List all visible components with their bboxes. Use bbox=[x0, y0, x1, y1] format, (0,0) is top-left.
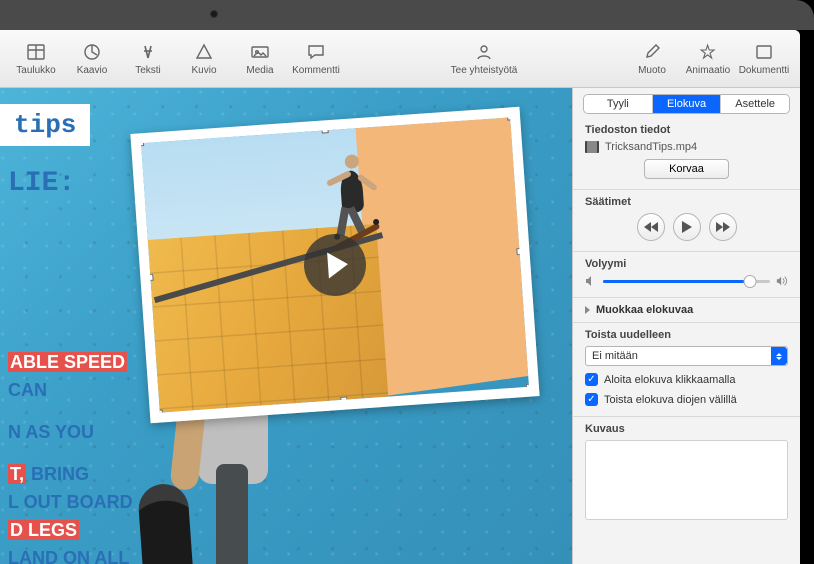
shape-icon bbox=[194, 42, 214, 62]
toolbar-label: Animaatio bbox=[686, 65, 730, 76]
checkbox-play-across-slides[interactable]: ✓ Toista elokuva diojen välillä bbox=[585, 393, 788, 406]
brush-icon bbox=[642, 42, 662, 62]
volume-title: Volyymi bbox=[585, 258, 788, 270]
repeat-value: Ei mitään bbox=[592, 350, 638, 362]
tab-movie[interactable]: Elokuva bbox=[652, 95, 721, 113]
edit-movie-label: Muokkaa elokuvaa bbox=[596, 304, 693, 316]
toolbar-animate[interactable]: Animaatio bbox=[680, 33, 736, 85]
tab-style[interactable]: Tyyli bbox=[584, 95, 652, 113]
text-icon bbox=[138, 42, 158, 62]
resize-handle[interactable] bbox=[516, 248, 523, 255]
toolbar-chart[interactable]: Kaavio bbox=[64, 33, 120, 85]
resize-handle[interactable] bbox=[156, 409, 163, 416]
repeat-select[interactable]: Ei mitään bbox=[585, 346, 788, 366]
inspector-panel: Tyyli Elokuva Asettele Tiedoston tiedot … bbox=[572, 88, 800, 564]
play-button[interactable] bbox=[673, 213, 701, 241]
slide-canvas[interactable]: tips LIE: ABLE SPEED CAN N AS YOU T, BRI… bbox=[0, 88, 572, 564]
section-volume: Volyymi bbox=[573, 252, 800, 298]
edit-movie-disclosure[interactable]: Muokkaa elokuvaa bbox=[573, 298, 800, 323]
toolbar-table[interactable]: Taulukko bbox=[8, 33, 64, 85]
volume-slider[interactable] bbox=[603, 280, 770, 283]
toolbar-label: Teksti bbox=[135, 65, 161, 76]
toolbar-label: Dokumentti bbox=[739, 65, 790, 76]
section-repeat: Toista uudelleen Ei mitään ✓ Aloita elok… bbox=[573, 323, 800, 417]
inspector-tabs: Tyyli Elokuva Asettele bbox=[583, 94, 790, 114]
chart-icon bbox=[82, 42, 102, 62]
checkbox-label: Aloita elokuva klikkaamalla bbox=[604, 374, 735, 386]
media-icon bbox=[250, 42, 270, 62]
controls-title: Säätimet bbox=[585, 196, 788, 208]
resize-handle[interactable] bbox=[507, 113, 514, 120]
tab-arrange[interactable]: Asettele bbox=[720, 95, 789, 113]
resize-handle[interactable] bbox=[321, 126, 328, 133]
toolbar-format[interactable]: Muoto bbox=[624, 33, 680, 85]
checkmark-icon: ✓ bbox=[585, 393, 598, 406]
slide-subtitle: LIE: bbox=[8, 168, 75, 199]
checkbox-start-on-click[interactable]: ✓ Aloita elokuva klikkaamalla bbox=[585, 373, 788, 386]
volume-low-icon bbox=[585, 275, 597, 287]
toolbar-document[interactable]: Dokumentti bbox=[736, 33, 792, 85]
toolbar-label: Kuvio bbox=[191, 65, 216, 76]
table-icon bbox=[26, 42, 46, 62]
rewind-icon bbox=[644, 222, 658, 232]
toolbar-text[interactable]: Teksti bbox=[120, 33, 176, 85]
resize-handle[interactable] bbox=[340, 396, 347, 403]
toolbar-collaborate[interactable]: Tee yhteistyötä bbox=[439, 33, 529, 85]
section-controls: Säätimet bbox=[573, 190, 800, 252]
checkmark-icon: ✓ bbox=[585, 373, 598, 386]
toolbar-label: Kaavio bbox=[77, 65, 108, 76]
toolbar-media[interactable]: Media bbox=[232, 33, 288, 85]
section-description: Kuvaus bbox=[573, 417, 800, 564]
forward-button[interactable] bbox=[709, 213, 737, 241]
section-file-info: Tiedoston tiedot TricksandTips.mp4 Korva… bbox=[573, 118, 800, 190]
select-arrows-icon bbox=[771, 347, 787, 365]
toolbar-label: Taulukko bbox=[16, 65, 55, 76]
file-info-title: Tiedoston tiedot bbox=[585, 124, 788, 136]
slide-body-text: ABLE SPEED CAN N AS YOU T, BRING L OUT B… bbox=[8, 348, 133, 564]
toolbar-label: Tee yhteistyötä bbox=[451, 65, 518, 76]
resize-handle[interactable] bbox=[137, 139, 144, 146]
filename-label: TricksandTips.mp4 bbox=[605, 141, 697, 153]
play-small-icon bbox=[682, 221, 692, 233]
toolbar-label: Media bbox=[246, 65, 273, 76]
chevron-right-icon bbox=[585, 306, 590, 314]
slide-title-chip: tips bbox=[0, 104, 90, 146]
resize-handle[interactable] bbox=[526, 383, 533, 390]
comment-icon bbox=[306, 42, 326, 62]
toolbar-shape[interactable]: Kuvio bbox=[176, 33, 232, 85]
document-icon bbox=[754, 42, 774, 62]
checkbox-label: Toista elokuva diojen välillä bbox=[604, 394, 737, 406]
toolbar-label: Muoto bbox=[638, 65, 666, 76]
repeat-title: Toista uudelleen bbox=[585, 329, 788, 341]
resize-handle[interactable] bbox=[146, 274, 153, 281]
description-title: Kuvaus bbox=[585, 423, 788, 435]
replace-button[interactable]: Korvaa bbox=[644, 159, 729, 179]
animate-icon bbox=[698, 42, 718, 62]
video-object[interactable] bbox=[130, 107, 539, 423]
toolbar-label: Kommentti bbox=[292, 65, 340, 76]
toolbar-comment[interactable]: Kommentti bbox=[288, 33, 344, 85]
rewind-button[interactable] bbox=[637, 213, 665, 241]
collaborate-icon bbox=[474, 42, 494, 62]
description-textarea[interactable] bbox=[585, 440, 788, 520]
forward-icon bbox=[716, 222, 730, 232]
movie-file-icon bbox=[585, 141, 599, 153]
volume-high-icon bbox=[776, 275, 788, 287]
toolbar: Taulukko Kaavio Teksti Kuvio Media Komme… bbox=[0, 30, 800, 88]
